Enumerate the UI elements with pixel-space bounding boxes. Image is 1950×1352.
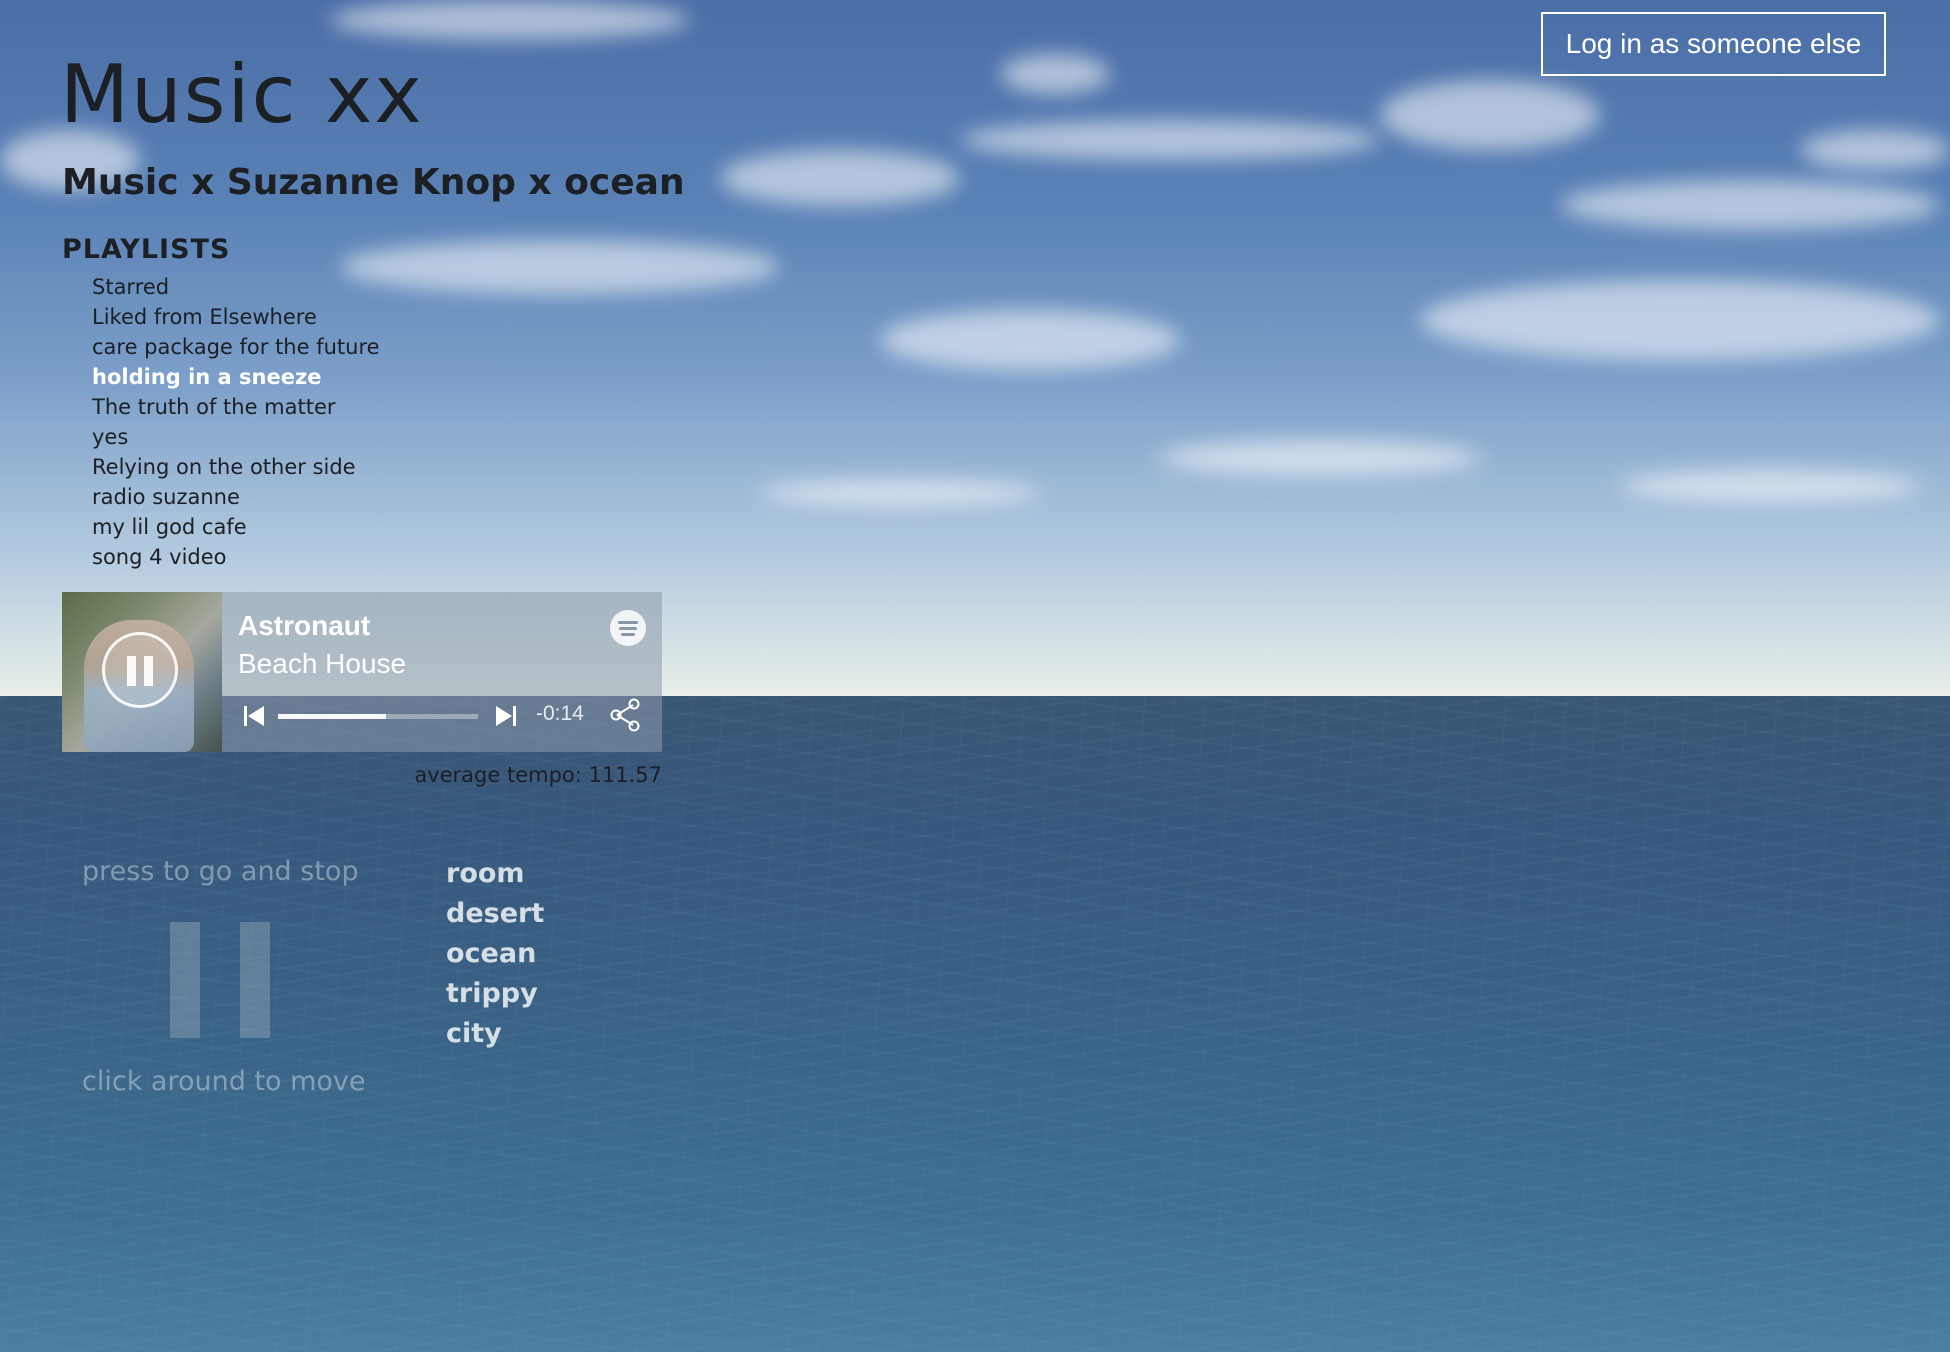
cloud — [960, 120, 1380, 160]
skip-next-icon — [496, 706, 516, 726]
cloud — [1420, 280, 1940, 360]
spotify-icon-wave — [621, 633, 635, 636]
share-icon — [610, 698, 640, 732]
playlist-item[interactable]: care package for the future — [92, 332, 380, 362]
pause-icon — [170, 922, 200, 1038]
scene-option-trippy[interactable]: trippy — [446, 974, 544, 1014]
scene-option-room[interactable]: room — [446, 854, 544, 894]
playlist-item[interactable]: The truth of the matter — [92, 392, 380, 422]
playlist-item[interactable]: radio suzanne — [92, 482, 380, 512]
spotify-icon-wave — [619, 627, 637, 630]
scene-option-city[interactable]: city — [446, 1014, 544, 1054]
cloud — [880, 310, 1180, 370]
page-subtitle: Music x Suzanne Knop x ocean — [62, 162, 685, 203]
playlist-item[interactable]: my lil god cafe — [92, 512, 380, 542]
cloud — [1380, 80, 1600, 150]
pause-icon — [127, 656, 136, 686]
pause-icon — [240, 922, 270, 1038]
progress-fill — [278, 714, 386, 719]
playlist-list: Starred Liked from Elsewhere care package … — [92, 272, 380, 572]
cloud — [1620, 470, 1920, 502]
average-tempo: average tempo: 111.57 — [414, 763, 662, 787]
skip-previous-icon — [244, 706, 264, 726]
playlist-item[interactable]: yes — [92, 422, 380, 452]
cloud — [1560, 180, 1940, 230]
cloud — [760, 480, 1040, 506]
cloud — [1800, 130, 1950, 170]
progress-bar[interactable] — [278, 714, 478, 719]
skip-next-button[interactable] — [494, 704, 518, 728]
sea-ripples — [0, 696, 1950, 1352]
scene-option-ocean[interactable]: ocean — [446, 934, 544, 974]
album-art — [62, 592, 222, 752]
go-stop-button[interactable] — [168, 922, 272, 1038]
skip-previous-button[interactable] — [242, 704, 266, 728]
press-to-go-stop-label: press to go and stop — [82, 856, 359, 887]
cloud — [1000, 54, 1110, 94]
play-pause-button[interactable] — [102, 632, 178, 708]
spotify-icon-wave — [618, 621, 638, 624]
cloud — [1160, 440, 1480, 476]
spotify-player: Astronaut Beach House -0:14 — [62, 592, 662, 752]
playlist-item[interactable]: Liked from Elsewhere — [92, 302, 380, 332]
track-artist: Beach House — [238, 648, 407, 679]
cloud — [330, 0, 690, 40]
playlist-item[interactable]: Starred — [92, 272, 380, 302]
click-to-move-label: click around to move — [82, 1066, 366, 1097]
playlist-item[interactable]: Relying on the other side — [92, 452, 380, 482]
cloud — [720, 150, 960, 206]
scene-list: room desert ocean trippy city — [446, 854, 544, 1054]
scene-option-desert[interactable]: desert — [446, 894, 544, 934]
log-in-as-someone-else-button[interactable]: Log in as someone else — [1541, 12, 1886, 76]
spotify-icon[interactable] — [610, 610, 646, 646]
time-remaining: -0:14 — [536, 702, 584, 725]
cloud — [340, 240, 780, 294]
track-title: Astronaut — [238, 610, 371, 641]
share-button[interactable] — [608, 698, 642, 732]
playlists-heading: PLAYLISTS — [62, 234, 231, 265]
pause-icon — [144, 656, 153, 686]
playlist-item[interactable]: song 4 video — [92, 542, 380, 572]
playlist-item[interactable]: holding in a sneeze — [92, 362, 380, 392]
page-title: Music xx — [60, 48, 424, 141]
